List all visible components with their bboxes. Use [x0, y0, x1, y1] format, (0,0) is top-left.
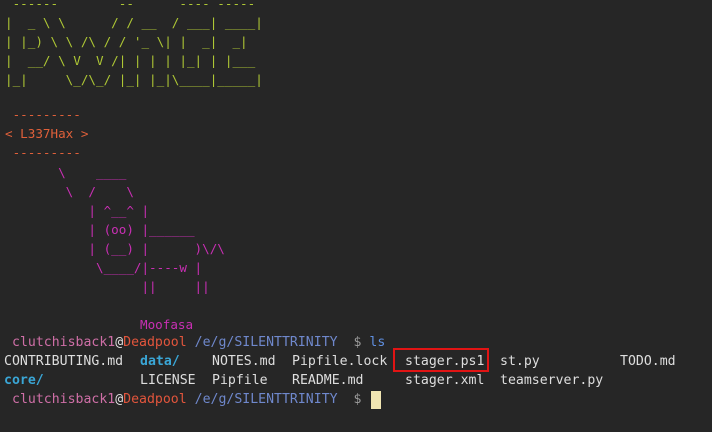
ls-entry-file: NOTES.md: [212, 354, 276, 369]
ls-entry-file: README.md: [292, 373, 364, 388]
prompt-at: @: [115, 392, 124, 407]
ls-entry-file: Pipfile.lock: [292, 354, 388, 369]
ls-entry-file: CONTRIBUTING.md: [4, 354, 124, 369]
typed-command: ls: [369, 335, 386, 350]
pwnage-ascii-banner: ------ -- ---- ----- | _ \ \ / / __ / __…: [5, 0, 263, 87]
cowsay-speech-bubble: --------- < L337Hax > ---------: [5, 107, 89, 160]
prompt-at: @: [115, 335, 124, 350]
prompt-symbol: $: [353, 335, 362, 350]
ls-entry-directory: data/: [140, 354, 180, 369]
terminal-cursor[interactable]: [371, 391, 381, 409]
prompt-user: clutchisback1: [12, 335, 116, 350]
ls-entry-file: LICENSE: [140, 373, 196, 388]
prompt-line-1: clutchisback1@Deadpool /e/g/SILENTTRINIT…: [12, 333, 385, 352]
prompt-line-2: clutchisback1@Deadpool /e/g/SILENTTRINIT…: [12, 390, 361, 409]
ls-entry-file: st.py: [500, 354, 540, 369]
cow-ascii-art: \ ____ \ / \ | ^__^ | | (oo) |______ | (…: [58, 165, 225, 294]
terminal-window[interactable]: ------ -- ---- ----- | _ \ \ / / __ / __…: [0, 0, 712, 432]
ls-entry-file: teamserver.py: [500, 373, 604, 388]
prompt-symbol: $: [353, 392, 362, 407]
prompt-path: /e/g/SILENTTRINITY: [194, 392, 338, 407]
ls-entry-file: TODO.md: [620, 354, 676, 369]
prompt-host: Deadpool: [123, 392, 187, 407]
prompt-user: clutchisback1: [12, 392, 116, 407]
ls-entry-file: stager.xml: [405, 373, 485, 388]
highlight-annotation-box: [393, 348, 489, 372]
ls-entry-file: Pipfile: [212, 373, 268, 388]
ls-entry-directory: core/: [4, 373, 44, 388]
cow-name-label: Moofasa: [140, 317, 194, 332]
prompt-host: Deadpool: [123, 335, 187, 350]
prompt-path: /e/g/SILENTTRINITY: [194, 335, 338, 350]
